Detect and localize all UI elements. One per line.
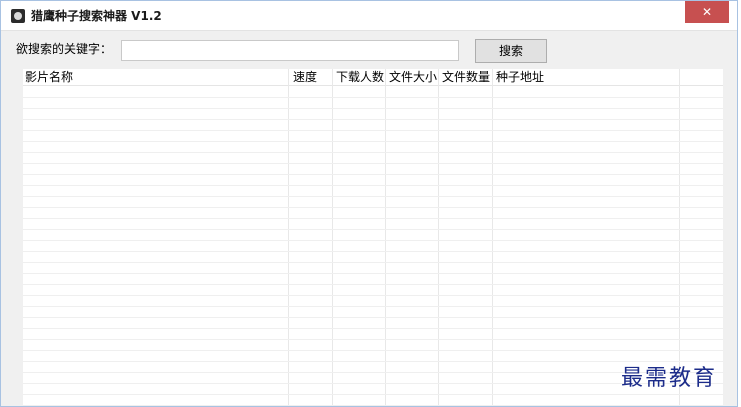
table-row-divider	[23, 328, 723, 329]
table-row-divider	[23, 295, 723, 296]
table-row-divider	[23, 262, 723, 263]
table-row-divider	[23, 163, 723, 164]
table-row-divider	[23, 284, 723, 285]
table-row-divider	[23, 350, 723, 351]
table-row-divider	[23, 108, 723, 109]
column-header-torrent-url[interactable]: 种子地址	[496, 70, 576, 85]
close-button[interactable]: ✕	[685, 1, 729, 23]
column-header-file-size[interactable]: 文件大小	[389, 70, 439, 85]
title-bar[interactable]: 猎鹰种子搜索神器 V1.2 ✕	[1, 1, 737, 31]
table-row-divider	[23, 306, 723, 307]
table-row-divider	[23, 383, 723, 384]
watermark-text: 最需教育	[621, 366, 718, 391]
column-header-file-count[interactable]: 文件数量	[442, 70, 492, 85]
table-row-divider	[23, 141, 723, 142]
table-row-divider	[23, 339, 723, 340]
table-row-divider	[23, 174, 723, 175]
table-row-divider	[23, 97, 723, 98]
search-button[interactable]: 搜索	[475, 39, 547, 63]
search-label: 欲搜索的关键字：	[16, 42, 113, 56]
table-row-divider	[23, 361, 723, 362]
table-row-divider	[23, 119, 723, 120]
table-row-divider	[23, 185, 723, 186]
window-title: 猎鹰种子搜索神器 V1.2	[31, 9, 162, 23]
table-row-divider	[23, 372, 723, 373]
table-row-divider	[23, 218, 723, 219]
table-row-divider	[23, 152, 723, 153]
table-row-divider	[23, 273, 723, 274]
column-header-speed[interactable]: 速度	[293, 70, 333, 85]
table-row-divider	[23, 251, 723, 252]
search-input[interactable]	[121, 40, 459, 61]
column-header-downloaders[interactable]: 下载人数	[336, 70, 386, 85]
column-header-title[interactable]: 影片名称	[25, 70, 285, 85]
close-icon: ✕	[701, 5, 713, 19]
app-logo-icon	[11, 9, 25, 23]
app-window: 猎鹰种子搜索神器 V1.2 ✕ 欲搜索的关键字： 搜索 影片名称 速度 下载人数…	[0, 0, 738, 407]
table-row-divider	[23, 240, 723, 241]
results-list[interactable]: 影片名称 速度 下载人数 文件大小 文件数量 种子地址	[23, 69, 723, 406]
table-row-divider	[23, 229, 723, 230]
search-row: 欲搜索的关键字： 搜索	[1, 32, 737, 68]
table-row-divider	[23, 207, 723, 208]
list-header: 影片名称 速度 下载人数 文件大小 文件数量 种子地址	[23, 69, 723, 86]
table-row-divider	[23, 394, 723, 395]
table-row-divider	[23, 130, 723, 131]
table-row-divider	[23, 405, 723, 406]
table-row-divider	[23, 317, 723, 318]
table-row-divider	[23, 196, 723, 197]
